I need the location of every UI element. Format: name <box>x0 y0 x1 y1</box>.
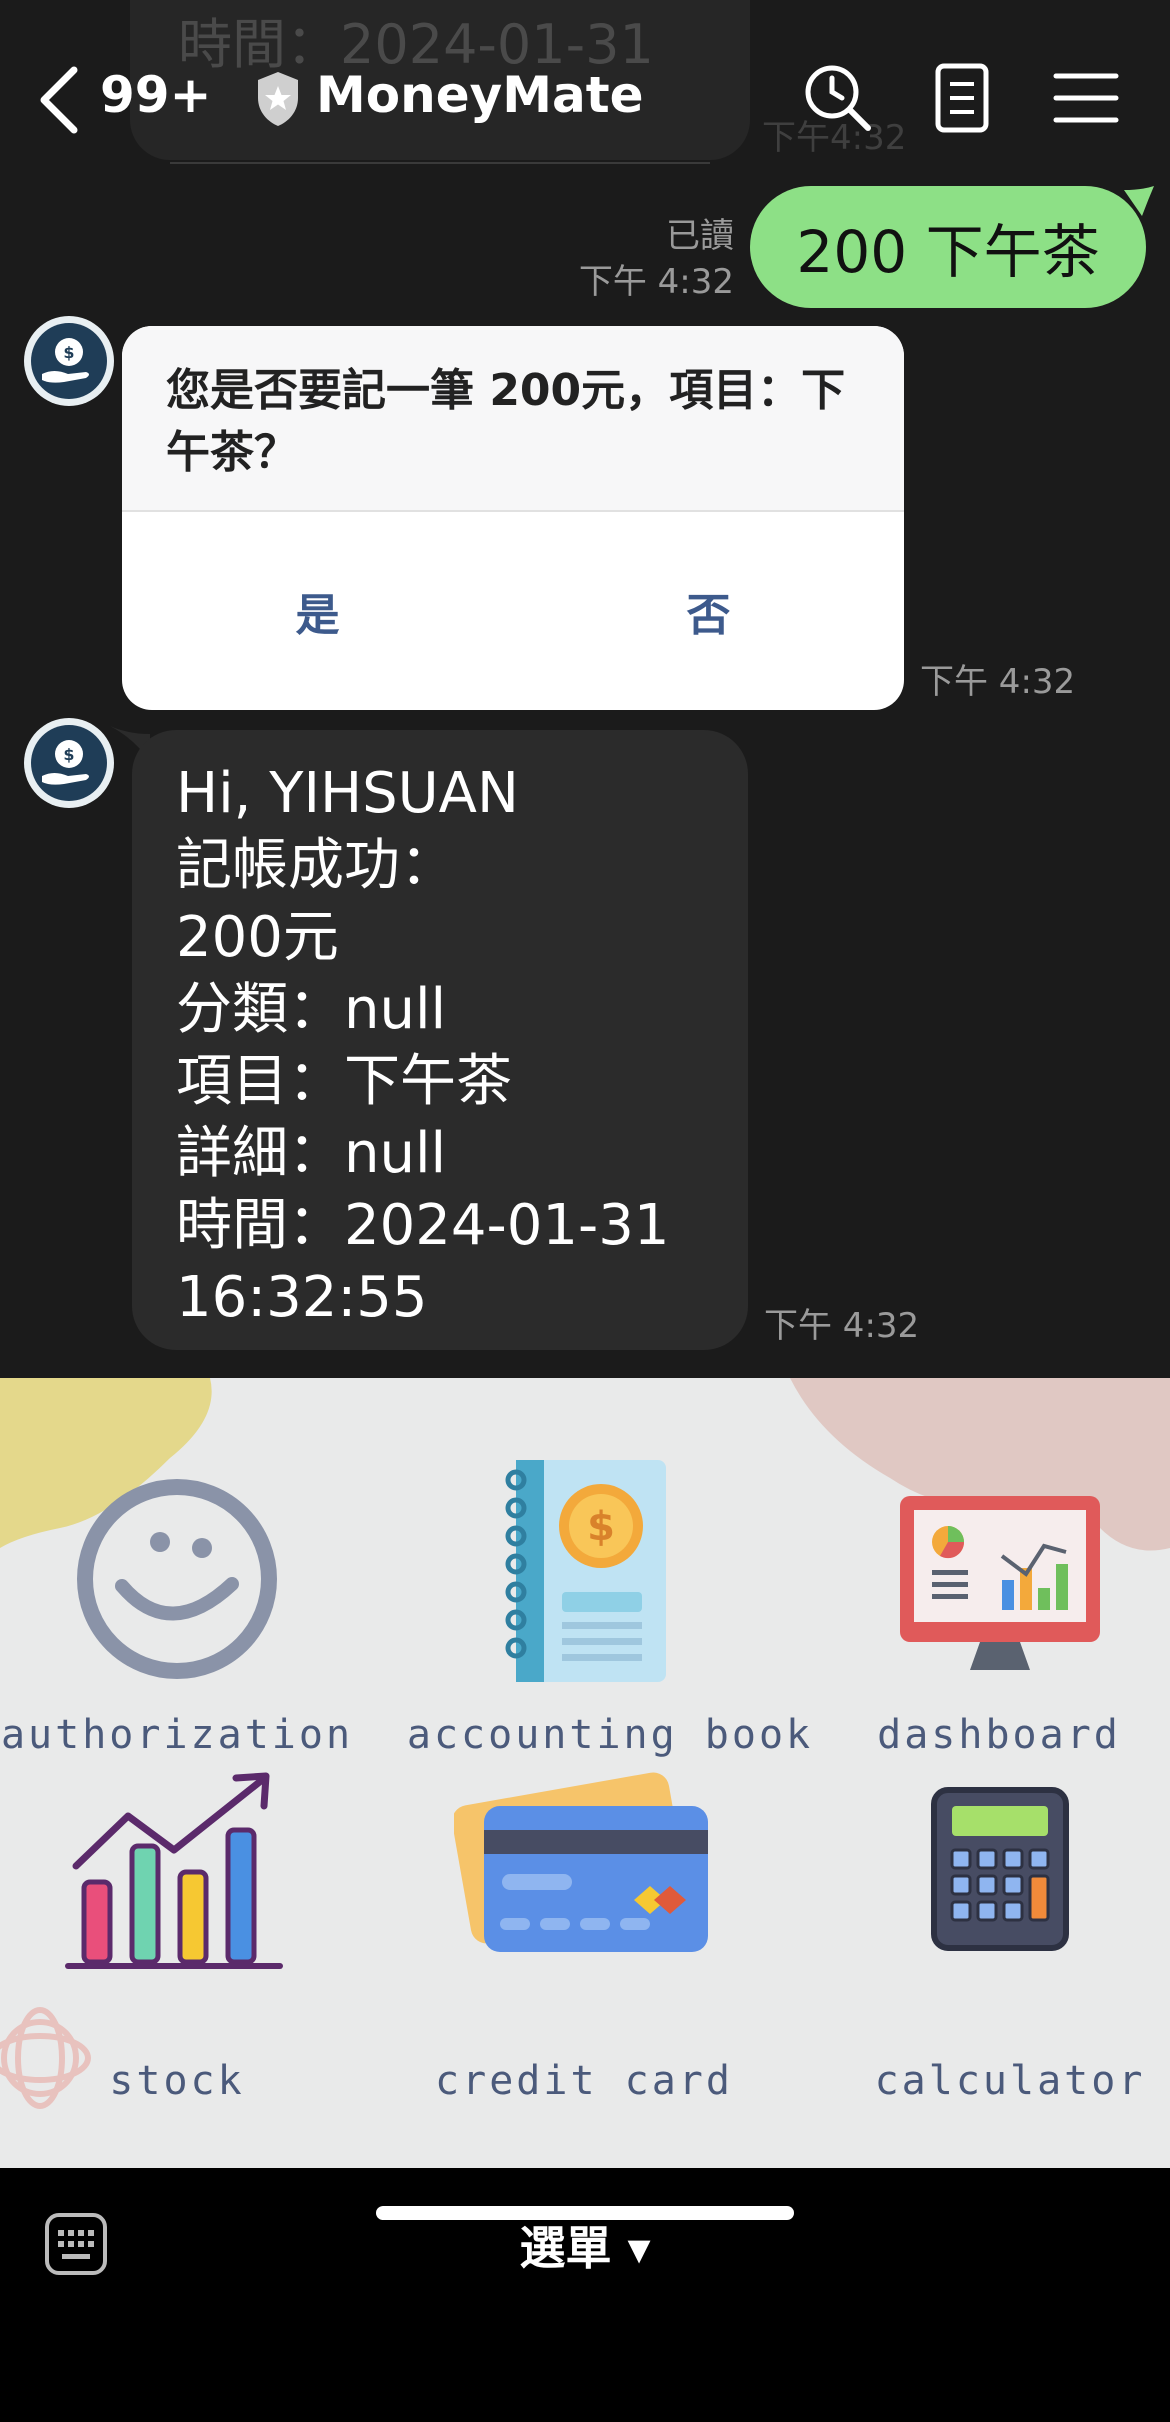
success-message-bubble[interactable]: Hi, YIHSUAN 記帳成功： 200元 分類：null 項目：下午茶 詳細… <box>132 730 748 1350</box>
menu-item-stock[interactable]: stock <box>0 1768 370 2168</box>
success-time: 下午 4:32 <box>764 1306 920 1346</box>
bot-avatar[interactable]: $ <box>24 316 114 406</box>
success-line-amount: 200元 <box>176 905 339 970</box>
success-line-clock: 16:32:55 <box>176 1265 428 1330</box>
menu-label-dashboard: dashboard <box>877 1712 1121 1758</box>
chat-header: 99+ MoneyMate <box>0 0 1170 190</box>
menu-item-calculator[interactable]: calculator <box>820 1768 1170 2168</box>
credit-card-icon <box>454 1772 708 1952</box>
menu-label-credit-card: credit card <box>435 2058 733 2104</box>
menu-item-credit-card[interactable]: credit card <box>400 1768 820 2168</box>
notebook-icon: $ <box>505 1460 666 1682</box>
bot-avatar[interactable]: $ <box>24 718 114 808</box>
success-line-greeting: Hi, YIHSUAN <box>176 761 519 826</box>
money-hand-icon: $ <box>31 323 107 399</box>
chat-screen: 時間：2024-01-31 下午4:32 99+ MoneyMate 已讀 下午… <box>0 0 1170 2422</box>
shield-icon <box>258 72 298 126</box>
menu-item-dashboard[interactable]: dashboard <box>820 1378 1170 1768</box>
menu-item-accounting-book[interactable]: $ accounting book <box>400 1378 820 1768</box>
menu-label-authorization: authorization <box>0 1712 354 1758</box>
outgoing-message-bubble[interactable]: 200 下午茶 <box>750 186 1146 308</box>
confirm-question: 您是否要記一筆 200元，項目：下午茶？ <box>166 365 846 478</box>
confirm-no-button[interactable]: 否 <box>513 512 904 710</box>
menu-label-calculator: calculator <box>874 2058 1146 2104</box>
back-icon[interactable] <box>30 62 90 138</box>
success-line-status: 記帳成功： <box>176 833 456 898</box>
svg-text:$: $ <box>63 343 74 362</box>
chat-title: MoneyMate <box>316 66 644 124</box>
menu-icon[interactable] <box>1048 60 1124 136</box>
rich-menu: authorization $ accounting book dashboar… <box>0 1378 1170 2168</box>
calculator-icon <box>931 1787 1069 1951</box>
monitor-chart-icon <box>900 1496 1100 1670</box>
svg-text:$: $ <box>63 745 74 764</box>
svg-text:$: $ <box>587 1504 615 1550</box>
menu-label-accounting-book: accounting book <box>406 1712 814 1758</box>
unread-count[interactable]: 99+ <box>100 66 211 124</box>
money-hand-icon: $ <box>31 725 107 801</box>
confirm-card: 您是否要記一筆 200元，項目：下午茶？ 是 否 <box>122 326 904 710</box>
outgoing-bubble-tail <box>1124 186 1154 216</box>
smiley-icon <box>77 1479 277 1679</box>
menu-label-stock: stock <box>109 2058 245 2104</box>
outgoing-time: 下午 4:32 <box>578 262 734 302</box>
home-indicator <box>376 2206 794 2220</box>
success-line-detail: 詳細：null <box>176 1121 447 1186</box>
confirm-time: 下午 4:32 <box>920 662 1076 702</box>
notes-icon[interactable] <box>924 60 1000 136</box>
outgoing-message-text: 200 下午茶 <box>796 218 1100 286</box>
menu-item-authorization[interactable]: authorization <box>0 1378 370 1768</box>
success-line-item: 項目：下午茶 <box>176 1049 512 1114</box>
success-line-category: 分類：null <box>176 977 447 1042</box>
rich-menu-toggle[interactable]: 選單 ▾ <box>0 2212 1170 2278</box>
read-receipt: 已讀 <box>666 216 734 256</box>
confirm-yes-button[interactable]: 是 <box>122 512 513 710</box>
search-icon[interactable] <box>800 60 876 136</box>
success-line-date: 時間：2024-01-31 <box>176 1193 670 1258</box>
bar-chart-icon <box>65 1772 283 1969</box>
